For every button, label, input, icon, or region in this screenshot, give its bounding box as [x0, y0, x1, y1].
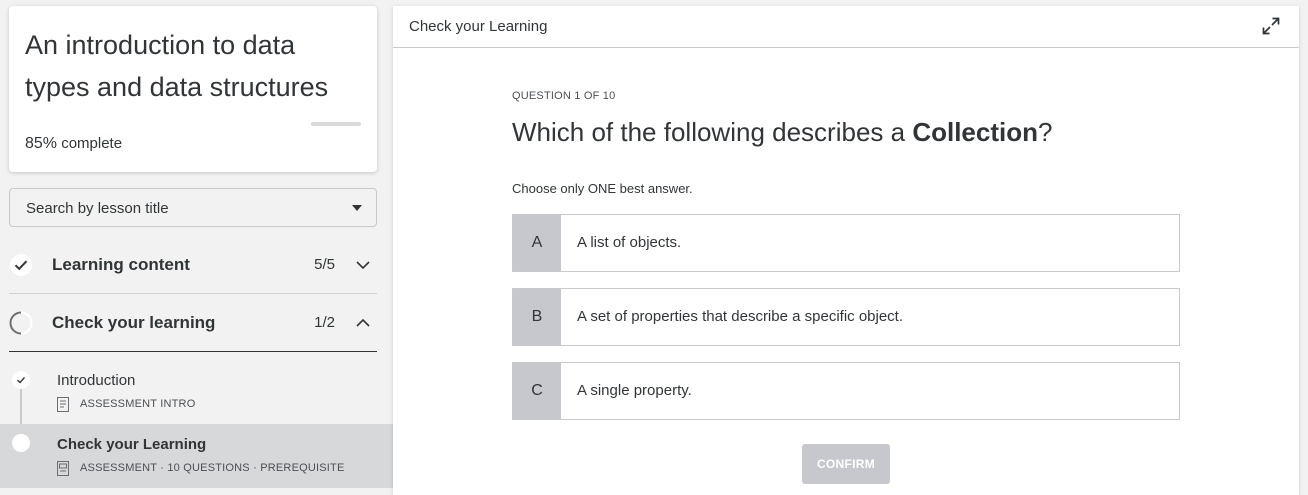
- lesson-meta-text: ASSESSMENT · 10 QUESTIONS · PREREQUISITE: [80, 462, 345, 474]
- option-text: A single property.: [577, 382, 692, 399]
- check-circle-icon: [9, 253, 33, 277]
- course-title: An introduction to data types and data s…: [25, 30, 329, 102]
- section-title: Check your learning: [52, 313, 216, 332]
- lesson-meta-text: ASSESSMENT INTRO: [80, 398, 196, 410]
- lesson-current-dot-icon: [12, 434, 30, 452]
- question-prefix: Which of the following describes a: [512, 117, 913, 147]
- course-progress-fill: [311, 122, 354, 126]
- option-text: A list of objects.: [577, 234, 682, 251]
- chevron-down-icon[interactable]: [355, 257, 371, 273]
- option-letter: B: [513, 289, 561, 345]
- assessment-icon: [57, 460, 69, 476]
- course-progress-text: 85% complete: [25, 135, 122, 153]
- course-card: An introduction to data types and data s…: [9, 6, 377, 172]
- question-text: Which of the following describes a Colle…: [512, 117, 1052, 148]
- lesson-search-dropdown[interactable]: Search by lesson title: [9, 188, 377, 227]
- course-sidebar: An introduction to data types and data s…: [0, 0, 393, 495]
- section-count: 5/5: [314, 256, 335, 273]
- question-suffix: ?: [1037, 117, 1053, 147]
- panel-header: Check your Learning: [393, 6, 1299, 48]
- chevron-up-icon[interactable]: [355, 315, 371, 331]
- course-progress-bar: [311, 122, 361, 126]
- question-instruction: Choose only ONE best answer.: [512, 181, 693, 196]
- section-title: Learning content: [52, 255, 190, 274]
- lesson-meta: ASSESSMENT · 10 QUESTIONS · PREREQUISITE: [57, 460, 345, 476]
- progress-percent: 85%: [25, 135, 58, 152]
- lesson-title: Check your Learning: [57, 436, 207, 453]
- expand-icon[interactable]: [1262, 17, 1280, 35]
- lesson-title: Introduction: [57, 372, 136, 389]
- lesson-item-check-your-learning[interactable]: Check your Learning ASSESSMENT · 10 QUES…: [0, 424, 393, 488]
- progress-ring-icon: [9, 311, 33, 335]
- question-keyword: Collection: [912, 117, 1038, 147]
- question-counter: QUESTION 1 OF 10: [512, 90, 616, 102]
- section-learning-content[interactable]: Learning content 5/5: [9, 236, 377, 294]
- confirm-button[interactable]: CONFIRM: [802, 444, 890, 484]
- document-icon: [57, 396, 69, 412]
- lesson-meta: ASSESSMENT INTRO: [57, 396, 195, 412]
- answer-option-b[interactable]: B A set of properties that describe a sp…: [512, 288, 1180, 346]
- progress-label: complete: [61, 135, 123, 152]
- section-count: 1/2: [314, 314, 335, 331]
- option-letter: C: [513, 363, 561, 419]
- assessment-panel: Check your Learning QUESTION 1 OF 10 Whi…: [393, 6, 1299, 495]
- option-text: A set of properties that describe a spec…: [577, 308, 904, 325]
- panel-title: Check your Learning: [409, 18, 548, 35]
- answer-option-c[interactable]: C A single property.: [512, 362, 1180, 420]
- answer-option-a[interactable]: A A list of objects.: [512, 214, 1180, 272]
- caret-down-icon: [352, 205, 362, 211]
- lesson-search-label: Search by lesson title: [26, 200, 169, 217]
- lesson-item-introduction[interactable]: Introduction ASSESSMENT INTRO: [0, 360, 393, 424]
- option-letter: A: [513, 215, 561, 271]
- lesson-complete-check-icon: [12, 371, 30, 389]
- section-check-your-learning[interactable]: Check your learning 1/2: [9, 294, 377, 352]
